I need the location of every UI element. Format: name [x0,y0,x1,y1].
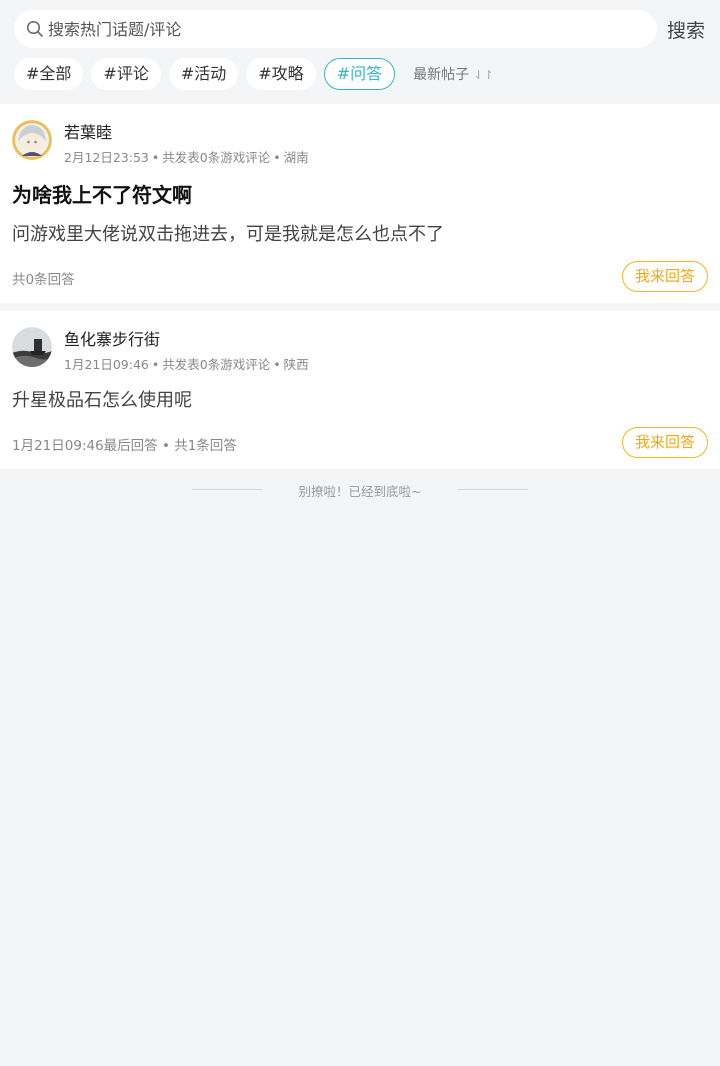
divider-right [458,489,528,490]
sort-label: 最新帖子 [413,67,470,83]
avatar[interactable] [12,120,52,160]
author-stats: 共发表0条游戏评论 [162,357,271,372]
post-time: 2月12日23:53 [64,150,149,165]
author-stats: 共发表0条游戏评论 [162,150,271,165]
post-body[interactable]: 问游戏里大佬说双击拖进去，可是我就是怎么也点不了 [12,220,444,246]
author-location: 湖南 [283,150,309,165]
post-card[interactable]: 若葉睦 2月12日23:53 • 共发表0条游戏评论 • 湖南 为啥我上不了符文啊 问游… [0,104,720,303]
answer-button[interactable]: 我来回答 [622,427,708,458]
tag-all[interactable]: #全部 [14,58,84,90]
answer-count: 共0条回答 [12,272,75,288]
sort-arrows-icon: ⇃↾ [473,68,494,82]
post-meta: 1月21日09:46 • 共发表0条游戏评论 • 陕西 [64,357,309,372]
search-icon [26,20,44,38]
end-of-list-text: 别撩啦！已经到底啦~ [298,484,422,499]
post-title[interactable]: 为啥我上不了符文啊 [12,179,192,208]
author-name[interactable]: 若葉睦 [64,119,112,143]
top-bar: 搜索 #全部 #评论 #活动 #攻略 #问答 最新帖子 ⇃↾ [0,0,720,104]
avatar[interactable] [12,327,52,367]
post-time: 1月21日09:46 [64,357,149,372]
search-input[interactable] [48,19,608,39]
post-card[interactable]: 鱼化寨步行街 1月21日09:46 • 共发表0条游戏评论 • 陕西 升星极品石怎么使用… [0,311,720,469]
tag-reviews[interactable]: #评论 [91,58,161,90]
author-location: 陕西 [283,357,309,372]
post-meta: 2月12日23:53 • 共发表0条游戏评论 • 湖南 [64,150,309,165]
tag-filter-bar: #全部 #评论 #活动 #攻略 #问答 最新帖子 ⇃↾ [14,58,494,90]
post-body[interactable]: 升星极品石怎么使用呢 [12,386,192,412]
sort-dropdown[interactable]: 最新帖子 ⇃↾ [413,64,494,84]
search-box[interactable] [14,10,657,48]
answer-button[interactable]: 我来回答 [622,261,708,292]
search-button[interactable]: 搜索 [667,16,705,43]
author-name[interactable]: 鱼化寨步行街 [64,326,160,350]
tag-events[interactable]: #活动 [168,58,239,90]
tag-guides[interactable]: #攻略 [246,58,316,90]
end-of-list-indicator: 别撩啦！已经到底啦~ [0,477,720,503]
tag-qa[interactable]: #问答 [323,58,396,90]
last-answer-info: 1月21日09:46最后回答 • 共1条回答 [12,438,237,454]
